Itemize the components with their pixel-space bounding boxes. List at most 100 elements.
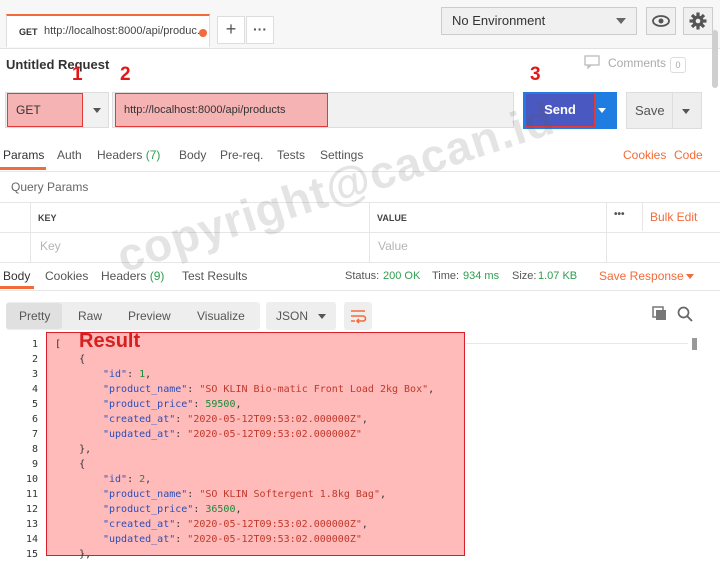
table-divider — [606, 202, 607, 262]
view-visualize[interactable]: Visualize — [197, 309, 245, 323]
line-number: 10 — [25, 474, 38, 485]
key-input[interactable]: Key — [40, 239, 61, 253]
save-button[interactable]: Save — [626, 92, 702, 129]
more-options-button[interactable]: ••• — [614, 209, 625, 220]
view-pretty[interactable]: Pretty — [19, 309, 50, 323]
value-column-header: VALUE — [377, 213, 407, 223]
line-number-gutter: 1 2 3 4 5 6 7 8 9 10 11 12 13 14 15 — [0, 336, 42, 563]
save-options-chevron-icon[interactable] — [682, 109, 690, 114]
table-divider — [642, 202, 643, 231]
scrollbar-thumb[interactable] — [712, 30, 718, 88]
line-number: 2 — [31, 354, 38, 365]
response-tabs: Body Cookies Headers (9) Test Results St… — [0, 262, 720, 291]
tab-tests[interactable]: Tests — [277, 148, 305, 162]
code-line: "product_name": "SO KLIN Bio-matic Front… — [103, 384, 435, 395]
tab-params[interactable]: Params — [3, 148, 44, 162]
url-value: http://localhost:8000/api/products — [115, 93, 328, 127]
line-number: 13 — [25, 519, 38, 530]
tab-headers[interactable]: Headers (7) — [97, 148, 160, 162]
code-line: "updated_at": "2020-05-12T09:53:02.00000… — [103, 534, 362, 545]
value-input[interactable]: Value — [378, 239, 408, 253]
save-response-button[interactable]: Save Response — [599, 269, 684, 283]
search-button[interactable] — [676, 305, 694, 326]
tab-url: http://localhost:8000/api/produc... — [44, 25, 204, 37]
annotation-1: 1 — [72, 64, 83, 85]
tab-headers-count: (7) — [145, 148, 161, 162]
unsaved-dot-icon — [199, 29, 207, 37]
line-number: 6 — [31, 414, 38, 425]
tab-method: GET — [19, 27, 38, 37]
tab-prereq[interactable]: Pre-req. — [220, 148, 263, 162]
send-options-chevron-icon[interactable] — [598, 108, 606, 113]
editor-scrollbar[interactable] — [692, 338, 697, 350]
line-number: 15 — [25, 549, 38, 560]
line-number: 11 — [25, 489, 38, 500]
chevron-down-icon[interactable] — [686, 274, 694, 279]
response-tab-body[interactable]: Body — [3, 269, 30, 283]
search-icon — [677, 306, 693, 322]
annotation-3: 3 — [530, 64, 541, 85]
tab-headers-label: Headers — [97, 148, 143, 162]
more-tabs-button[interactable]: ··· — [246, 16, 274, 44]
code-line: "product_price": 59500, — [103, 399, 242, 410]
code-link[interactable]: Code — [674, 148, 703, 162]
comments-label: Comments — [608, 56, 667, 70]
size-value: 1.07 KB — [538, 270, 578, 282]
copy-button[interactable] — [651, 305, 669, 326]
code-line: "created_at": "2020-05-12T09:53:02.00000… — [103, 414, 368, 425]
time-label: Time: — [432, 270, 460, 282]
request-tab[interactable]: GET http://localhost:8000/api/produc... — [6, 14, 210, 47]
response-tab-cookies[interactable]: Cookies — [45, 269, 88, 283]
code-line: }, — [55, 549, 92, 560]
line-number: 12 — [25, 504, 38, 515]
cookies-link[interactable]: Cookies — [623, 148, 666, 162]
table-divider — [369, 202, 370, 262]
line-number: 1 — [31, 339, 38, 350]
annotation-2: 2 — [120, 64, 131, 85]
code-line: "product_price": 36500, — [103, 504, 242, 515]
active-tab-indicator — [0, 167, 46, 170]
new-tab-button[interactable]: + — [217, 16, 245, 44]
chevron-down-icon — [616, 18, 626, 24]
environment-value: No Environment — [452, 13, 546, 28]
code-line: "id": 2, — [103, 474, 152, 485]
comment-icon — [584, 55, 600, 69]
line-number: 5 — [31, 399, 38, 410]
environment-select[interactable]: No Environment — [441, 7, 637, 35]
response-tab-test-results[interactable]: Test Results — [182, 269, 247, 283]
wrap-lines-button[interactable] — [344, 302, 372, 330]
active-response-tab-indicator — [0, 286, 34, 289]
method-value: GET — [7, 93, 83, 127]
format-select[interactable]: JSON — [266, 302, 336, 330]
code-line: "updated_at": "2020-05-12T09:53:02.00000… — [103, 429, 362, 440]
line-number: 9 — [31, 459, 38, 470]
settings-button[interactable] — [683, 7, 713, 35]
view-preview[interactable]: Preview — [128, 309, 171, 323]
code-line: { — [55, 459, 86, 470]
line-number: 4 — [31, 384, 38, 395]
status-value: 200 OK — [383, 270, 421, 282]
chevron-down-icon — [318, 314, 326, 319]
code-content: [ { "id": 1, "product_name": "SO KLIN Bi… — [52, 336, 472, 563]
request-title[interactable]: Untitled Request — [6, 57, 109, 72]
bulk-edit-link[interactable]: Bulk Edit — [650, 210, 697, 224]
query-params-label: Query Params — [11, 180, 89, 194]
tab-body[interactable]: Body — [179, 148, 206, 162]
tab-auth[interactable]: Auth — [57, 148, 82, 162]
view-raw[interactable]: Raw — [78, 309, 102, 323]
query-params-row: Key Value — [0, 231, 720, 263]
line-number: 8 — [31, 444, 38, 455]
environment-quick-look-button[interactable] — [646, 7, 676, 35]
line-number: 14 — [25, 534, 38, 545]
format-value: JSON — [276, 309, 309, 323]
table-divider — [30, 202, 31, 262]
gear-icon — [689, 12, 707, 30]
code-line: { — [55, 354, 86, 365]
comments-button[interactable] — [584, 55, 600, 69]
size-label: Size: — [512, 270, 537, 282]
code-line: "id": 1, — [103, 369, 152, 380]
comments-count: 0 — [670, 57, 686, 73]
copy-icon — [652, 306, 666, 320]
line-number: 3 — [31, 369, 38, 380]
code-line: [ — [55, 339, 62, 350]
